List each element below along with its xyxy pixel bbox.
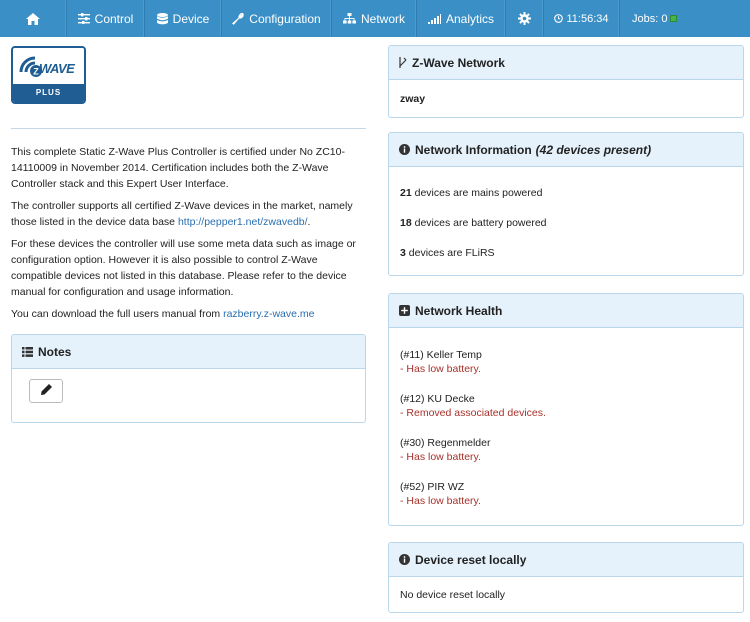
intro-manual: You can download the full users manual f… xyxy=(11,308,315,320)
intro-text: This complete Static Z-Wave Plus Control… xyxy=(11,144,363,328)
intro-meta-data: For these devices the controller will us… xyxy=(11,238,356,298)
notes-panel: Notes xyxy=(11,334,366,423)
zwave-plus-logo: Z WAVE PLUS xyxy=(11,46,86,104)
network-information-panel: Network Information (42 devices present)… xyxy=(388,132,744,276)
mains-powered-row: 21 devices are mains powered xyxy=(400,187,543,199)
device-database-link[interactable]: http://pepper1.net/zwavedb/ xyxy=(178,216,308,228)
network-health-panel: Network Health (#11) Keller Temp - Has l… xyxy=(388,293,744,526)
top-navbar: Control Device Configuration Network Ana… xyxy=(0,0,750,37)
intro-certification: This complete Static Z-Wave Plus Control… xyxy=(11,146,345,190)
nav-configuration[interactable]: Configuration xyxy=(222,0,332,37)
health-item-device: (#11) Keller Temp xyxy=(400,349,482,361)
jobs-count: Jobs: 0 xyxy=(632,12,668,25)
nav-clock: 11:56:34 xyxy=(544,0,620,37)
nav-network-label: Network xyxy=(360,11,405,26)
nav-analytics-label: Analytics xyxy=(445,11,495,26)
jobs-status-indicator xyxy=(670,15,678,22)
home-icon xyxy=(26,12,40,25)
logo-plus: PLUS xyxy=(13,84,84,102)
wrench-icon xyxy=(232,12,244,25)
clock-time: 11:56:34 xyxy=(566,12,609,25)
zwave-symbol-icon xyxy=(399,57,407,68)
signal-bars-icon xyxy=(427,13,441,24)
health-item-device: (#52) PIR WZ xyxy=(400,481,465,493)
divider xyxy=(11,128,366,129)
device-reset-panel: Device reset locally No device reset loc… xyxy=(388,542,744,613)
health-item-issue: - Removed associated devices. xyxy=(400,407,546,419)
network-information-title: Network Information xyxy=(415,142,532,157)
nav-device[interactable]: Device xyxy=(145,0,222,37)
zwave-network-title: Z-Wave Network xyxy=(412,55,505,70)
nav-analytics[interactable]: Analytics xyxy=(417,0,506,37)
database-icon xyxy=(156,12,168,25)
sliders-icon xyxy=(77,13,90,24)
device-reset-title: Device reset locally xyxy=(415,552,527,567)
nav-network[interactable]: Network xyxy=(332,0,417,37)
battery-powered-row: 18 devices are battery powered xyxy=(400,217,547,229)
list-icon xyxy=(22,346,33,357)
device-reset-text: No device reset locally xyxy=(400,589,506,601)
notes-title: Notes xyxy=(38,344,72,359)
nav-control[interactable]: Control xyxy=(67,0,145,37)
health-item-issue: - Has low battery. xyxy=(400,495,481,507)
nav-control-label: Control xyxy=(94,11,134,26)
intro-supported-devices: The controller supports all certified Z-… xyxy=(11,200,353,228)
network-health-header: Network Health xyxy=(389,294,743,328)
network-health-title: Network Health xyxy=(415,303,503,318)
network-information-header: Network Information (42 devices present) xyxy=(389,133,743,167)
logo-wordmark: WAVE xyxy=(39,61,75,76)
clock-icon xyxy=(554,14,564,23)
zwave-network-panel: Z-Wave Network zway xyxy=(388,45,744,118)
gear-icon xyxy=(518,12,531,25)
manual-download-link[interactable]: razberry.z-wave.me xyxy=(223,308,314,320)
notes-panel-header: Notes xyxy=(12,335,365,369)
nav-home[interactable] xyxy=(0,0,67,37)
nav-device-label: Device xyxy=(172,11,210,26)
nav-jobs[interactable]: Jobs: 0 xyxy=(620,0,684,37)
health-item-device: (#30) Regenmelder xyxy=(400,437,491,449)
nav-configuration-label: Configuration xyxy=(249,11,321,26)
health-item-issue: - Has low battery. xyxy=(400,451,481,463)
plus-square-icon xyxy=(399,305,410,316)
nav-settings[interactable] xyxy=(506,0,544,37)
info-circle-icon xyxy=(399,554,410,565)
health-item-device: (#12) KU Decke xyxy=(400,393,475,405)
health-item-issue: - Has low battery. xyxy=(400,363,481,375)
info-circle-icon xyxy=(399,144,410,155)
pencil-icon xyxy=(40,384,52,398)
zwave-network-header: Z-Wave Network xyxy=(389,46,743,80)
flirs-row: 3 devices are FLiRS xyxy=(400,247,495,259)
devices-present-count: (42 devices present) xyxy=(535,142,652,157)
device-reset-header: Device reset locally xyxy=(389,543,743,577)
network-name: zway xyxy=(400,93,426,105)
sitemap-icon xyxy=(342,13,356,24)
edit-notes-button[interactable] xyxy=(29,379,63,403)
